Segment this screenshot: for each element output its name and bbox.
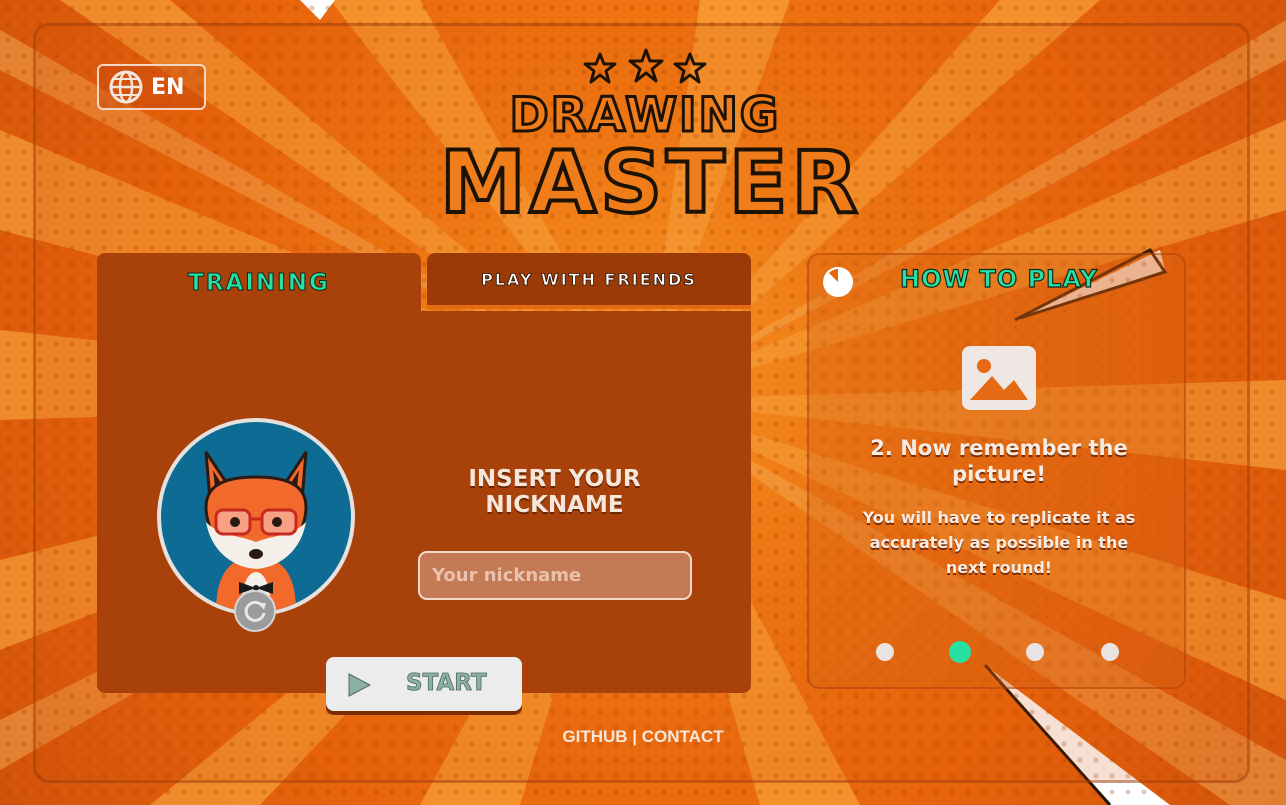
how-to-play-panel: HOW TO PLAY 2. Now remember the picture!… (807, 253, 1186, 689)
footer-separator: | (632, 727, 638, 746)
tab-play-with-friends-label: PLAY WITH FRIENDS (481, 269, 697, 289)
step-title: 2. Now remember the picture! (870, 436, 1128, 486)
play-icon (348, 673, 372, 697)
tab-training[interactable]: TRAINING (97, 253, 421, 313)
training-panel-body: INSERT YOUR NICKNAME START (97, 311, 751, 711)
footer: GITHUB | CONTACT (0, 727, 1286, 747)
step-dot-3[interactable] (1026, 643, 1044, 661)
insert-title-line1: INSERT YOUR (468, 466, 641, 492)
refresh-avatar-button[interactable] (234, 590, 276, 632)
globe-icon (109, 70, 143, 104)
nickname-input[interactable] (418, 551, 692, 600)
fox-avatar[interactable] (157, 418, 355, 616)
game-mode-panel: TRAINING PLAY WITH FRIENDS INSERT YOUR N… (97, 253, 751, 711)
step-dot-1[interactable] (876, 643, 894, 661)
image-icon (962, 346, 1036, 410)
tab-play-with-friends[interactable]: PLAY WITH FRIENDS (427, 253, 751, 309)
how-to-play-title: HOW TO PLAY (899, 264, 1098, 293)
timer-icon (823, 267, 853, 297)
logo-line-drawing: DRAWING (508, 88, 781, 143)
step-pagination (809, 639, 1188, 665)
fox-avatar-icon (204, 451, 308, 612)
insert-nickname-title: INSERT YOUR NICKNAME (427, 466, 682, 518)
step-dot-4[interactable] (1101, 643, 1119, 661)
three-stars-icon (583, 48, 707, 84)
github-link[interactable]: GITHUB (562, 727, 627, 746)
start-button-label: START (406, 670, 487, 697)
logo-line-master: MASTER (438, 133, 862, 233)
refresh-icon (244, 600, 266, 622)
language-code: EN (151, 74, 185, 100)
insert-title-line2: NICKNAME (485, 492, 624, 518)
contact-link[interactable]: CONTACT (642, 727, 724, 746)
step-description: You will have to replicate it as accurat… (862, 508, 1136, 577)
step-dot-2[interactable] (949, 641, 971, 663)
language-selector[interactable]: EN (97, 64, 206, 110)
start-button[interactable]: START (326, 657, 522, 711)
tab-training-label: TRAINING (188, 270, 330, 297)
